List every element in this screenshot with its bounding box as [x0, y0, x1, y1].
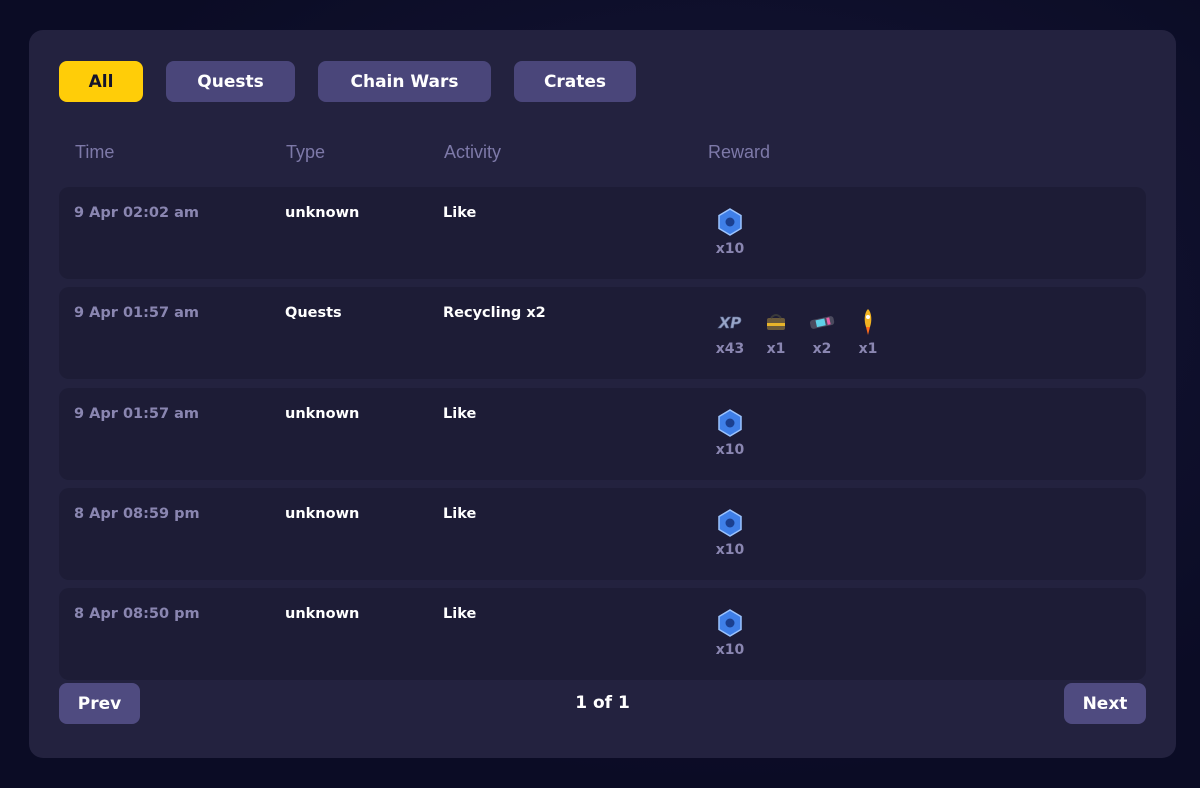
row-type: unknown — [285, 205, 360, 221]
row-time: 9 Apr 02:02 am — [74, 205, 200, 221]
row-activity: Recycling x2 — [443, 305, 546, 321]
tab-crates[interactable]: Crates — [514, 61, 636, 102]
reward-item: x10 — [707, 408, 753, 458]
header-activity: Activity — [444, 142, 502, 162]
reward-item: x10 — [707, 608, 753, 658]
row-type: Quests — [285, 305, 342, 321]
crate-icon — [767, 314, 785, 330]
next-button[interactable]: Next — [1064, 683, 1146, 724]
reward-qty: x10 — [715, 542, 745, 558]
row-activity: Like — [443, 506, 477, 522]
table-row: 8 Apr 08:50 pm unknown Like x10 — [59, 588, 1146, 680]
blue-gem-icon — [718, 208, 742, 236]
tab-all[interactable]: All — [59, 61, 143, 102]
reward-item: x10 — [707, 508, 753, 558]
row-type: unknown — [285, 406, 360, 422]
header-reward: Reward — [708, 142, 771, 162]
reward-qty: x10 — [715, 241, 745, 257]
pagination: Prev 1 of 1 Next — [59, 683, 1146, 724]
reward-item: x10 — [707, 207, 753, 257]
header-type: Type — [286, 142, 326, 162]
table-row: 9 Apr 01:57 am Quests Recycling x2 XP x4… — [59, 287, 1146, 379]
tab-quests[interactable]: Quests — [166, 61, 295, 102]
reward-item: x2 — [799, 307, 845, 357]
reward-item: x1 — [845, 307, 891, 357]
row-activity: Like — [443, 406, 477, 422]
page-indicator: 1 of 1 — [575, 693, 630, 713]
svg-text:XP: XP — [718, 314, 742, 332]
row-rewards: XP x43 x1 x2 x1 — [707, 307, 891, 357]
reward-qty: x43 — [715, 341, 745, 357]
blue-gem-icon — [718, 409, 742, 437]
row-activity: Like — [443, 205, 477, 221]
reward-qty: x1 — [766, 341, 786, 357]
row-type: unknown — [285, 506, 360, 522]
row-time: 9 Apr 01:57 am — [74, 406, 200, 422]
activity-panel: All Quests Chain Wars Crates Time Type A… — [29, 30, 1176, 758]
xp-icon: XP — [717, 314, 742, 333]
row-rewards: x10 — [707, 608, 753, 658]
row-time: 8 Apr 08:59 pm — [74, 506, 200, 522]
reward-qty: x10 — [715, 642, 745, 658]
row-activity: Like — [443, 606, 477, 622]
table-row: 8 Apr 08:59 pm unknown Like x10 — [59, 488, 1146, 580]
header-time: Time — [75, 142, 115, 162]
rocket-icon — [864, 309, 872, 335]
battery-icon — [809, 316, 835, 329]
row-type: unknown — [285, 606, 360, 622]
reward-qty: x2 — [812, 341, 832, 357]
row-time: 9 Apr 01:57 am — [74, 305, 200, 321]
row-rewards: x10 — [707, 408, 753, 458]
table-header: Time Type Activity Reward — [29, 142, 1176, 162]
reward-qty: x10 — [715, 442, 745, 458]
row-rewards: x10 — [707, 207, 753, 257]
reward-item: XP x43 — [707, 307, 753, 357]
table-row: 9 Apr 01:57 am unknown Like x10 — [59, 388, 1146, 480]
blue-gem-icon — [718, 509, 742, 537]
reward-qty: x1 — [858, 341, 878, 357]
blue-gem-icon — [718, 609, 742, 637]
row-rewards: x10 — [707, 508, 753, 558]
table-row: 9 Apr 02:02 am unknown Like x10 — [59, 187, 1146, 279]
tab-chain-wars[interactable]: Chain Wars — [318, 61, 491, 102]
row-time: 8 Apr 08:50 pm — [74, 606, 200, 622]
reward-item: x1 — [753, 307, 799, 357]
